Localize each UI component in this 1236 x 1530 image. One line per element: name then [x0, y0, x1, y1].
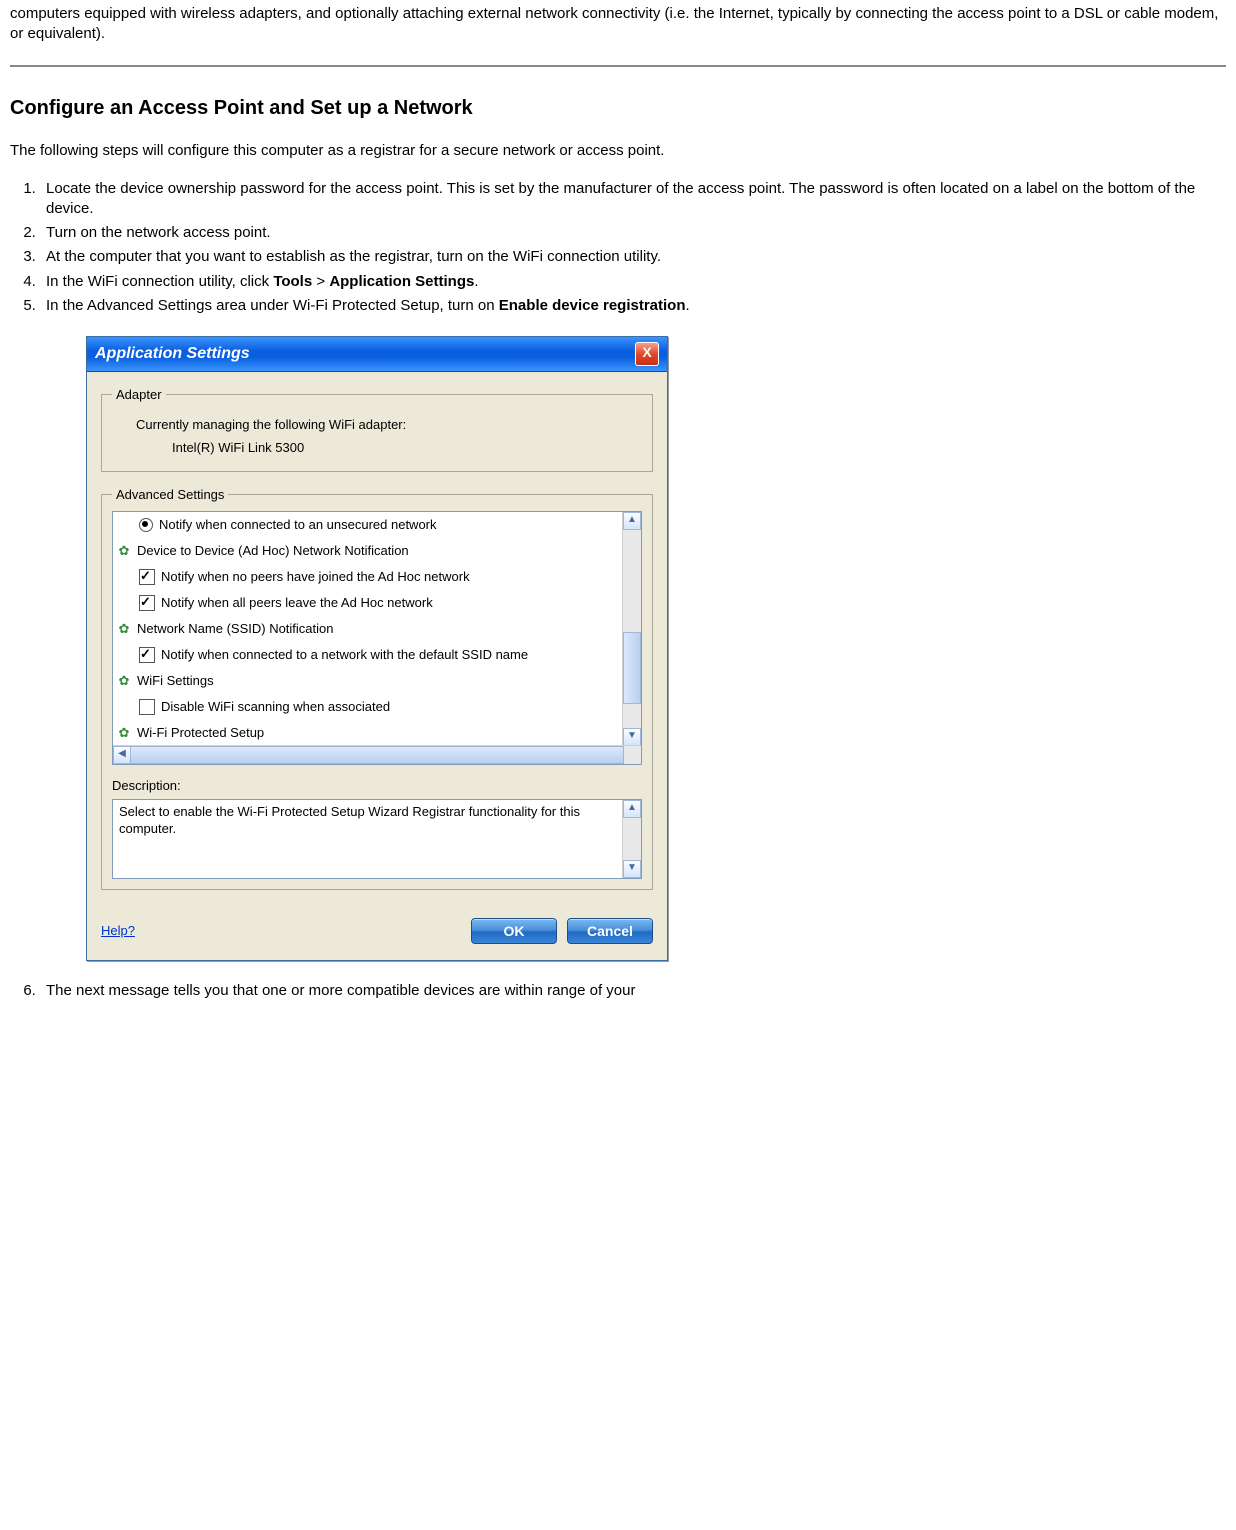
- row-label: WiFi Settings: [137, 672, 214, 690]
- cancel-button[interactable]: Cancel: [567, 918, 653, 944]
- settings-row-6[interactable]: ✿ WiFi Settings: [113, 668, 623, 694]
- step-4-tools: Tools: [273, 273, 312, 290]
- step-2: Turn on the network access point.: [40, 223, 1226, 243]
- checkbox[interactable]: [139, 647, 155, 663]
- description-box: Select to enable the Wi-Fi Protected Set…: [112, 799, 642, 879]
- help-link[interactable]: Help?: [101, 922, 135, 940]
- lead-paragraph: The following steps will configure this …: [10, 140, 1226, 161]
- scroll-thumb[interactable]: [623, 632, 641, 704]
- step-5-enable: Enable device registration: [499, 297, 686, 314]
- dialog-titlebar[interactable]: Application Settings X: [87, 337, 667, 372]
- scroll-up-arrow[interactable]: ▲: [623, 512, 641, 530]
- section-divider: [10, 65, 1226, 67]
- adapter-legend: Adapter: [112, 386, 166, 404]
- group-icon: ✿: [117, 674, 131, 688]
- settings-row-3[interactable]: Notify when all peers leave the Ad Hoc n…: [113, 590, 623, 616]
- radio[interactable]: [139, 518, 153, 532]
- row-label: Notify when all peers leave the Ad Hoc n…: [161, 594, 433, 612]
- adapter-text: Currently managing the following WiFi ad…: [136, 416, 642, 434]
- row-label: Device to Device (Ad Hoc) Network Notifi…: [137, 542, 409, 560]
- step-6: The next message tells you that one or m…: [40, 981, 1226, 1001]
- row-label: Notify when connected to a network with …: [161, 646, 528, 664]
- settings-row-7[interactable]: Disable WiFi scanning when associated: [113, 694, 623, 720]
- advanced-settings-fieldset: Advanced Settings Notify when connected …: [101, 486, 653, 890]
- row-label: Notify when connected to an unsecured ne…: [159, 516, 437, 534]
- hscroll-track[interactable]: [130, 746, 624, 764]
- settings-row-2[interactable]: Notify when no peers have joined the Ad …: [113, 564, 623, 590]
- group-icon: ✿: [117, 726, 131, 740]
- desc-scroll-down[interactable]: ▼: [623, 860, 641, 878]
- step-5-text-a: In the Advanced Settings area under Wi-F…: [46, 297, 499, 314]
- settings-row-0[interactable]: Notify when connected to an unsecured ne…: [113, 512, 623, 538]
- settings-row-1[interactable]: ✿ Device to Device (Ad Hoc) Network Notif…: [113, 538, 623, 564]
- advanced-legend: Advanced Settings: [112, 486, 228, 504]
- step-5: In the Advanced Settings area under Wi-F…: [40, 296, 1226, 961]
- settings-row-8[interactable]: ✿ Wi-Fi Protected Setup: [113, 720, 623, 745]
- dialog-title: Application Settings: [95, 343, 250, 365]
- step-4: In the WiFi connection utility, click To…: [40, 272, 1226, 292]
- intro-paragraph: computers equipped with wireless adapter…: [10, 4, 1226, 45]
- step-3: At the computer that you want to establi…: [40, 247, 1226, 267]
- step-4-appsettings: Application Settings: [329, 273, 474, 290]
- application-settings-dialog: Application Settings X Adapter Currently…: [86, 336, 668, 961]
- row-label: Network Name (SSID) Notification: [137, 620, 334, 638]
- scroll-down-arrow[interactable]: ▼: [623, 728, 641, 746]
- ok-button[interactable]: OK: [471, 918, 557, 944]
- row-label: Disable WiFi scanning when associated: [161, 698, 390, 716]
- group-icon: ✿: [117, 622, 131, 636]
- description-label: Description:: [112, 777, 642, 795]
- step-4-text-a: In the WiFi connection utility, click: [46, 273, 273, 290]
- row-label: Wi-Fi Protected Setup: [137, 724, 264, 742]
- description-scrollbar[interactable]: ▲ ▼: [622, 800, 641, 878]
- settings-row-5[interactable]: Notify when connected to a network with …: [113, 642, 623, 668]
- close-button[interactable]: X: [635, 342, 659, 366]
- checkbox[interactable]: [139, 595, 155, 611]
- group-icon: ✿: [117, 544, 131, 558]
- description-text: Select to enable the Wi-Fi Protected Set…: [119, 804, 580, 836]
- checkbox[interactable]: [139, 569, 155, 585]
- step-1: Locate the device ownership password for…: [40, 179, 1226, 220]
- scroll-left-arrow[interactable]: ◀: [113, 746, 131, 764]
- settings-listbox[interactable]: Notify when connected to an unsecured ne…: [112, 511, 642, 765]
- horizontal-scrollbar[interactable]: ◀ ▶: [113, 745, 641, 764]
- steps-list: Locate the device ownership password for…: [40, 179, 1226, 1001]
- vertical-scrollbar[interactable]: ▲ ▼: [622, 512, 641, 746]
- section-heading: Configure an Access Point and Set up a N…: [10, 97, 1226, 120]
- row-label: Notify when no peers have joined the Ad …: [161, 568, 470, 586]
- step-4-gt: >: [312, 273, 329, 290]
- adapter-fieldset: Adapter Currently managing the following…: [101, 386, 653, 472]
- settings-row-4[interactable]: ✿ Network Name (SSID) Notification: [113, 616, 623, 642]
- checkbox[interactable]: [139, 699, 155, 715]
- adapter-name: Intel(R) WiFi Link 5300: [172, 439, 642, 457]
- step-4-period: .: [474, 273, 478, 290]
- step-5-period: .: [686, 297, 690, 314]
- desc-scroll-up[interactable]: ▲: [623, 800, 641, 818]
